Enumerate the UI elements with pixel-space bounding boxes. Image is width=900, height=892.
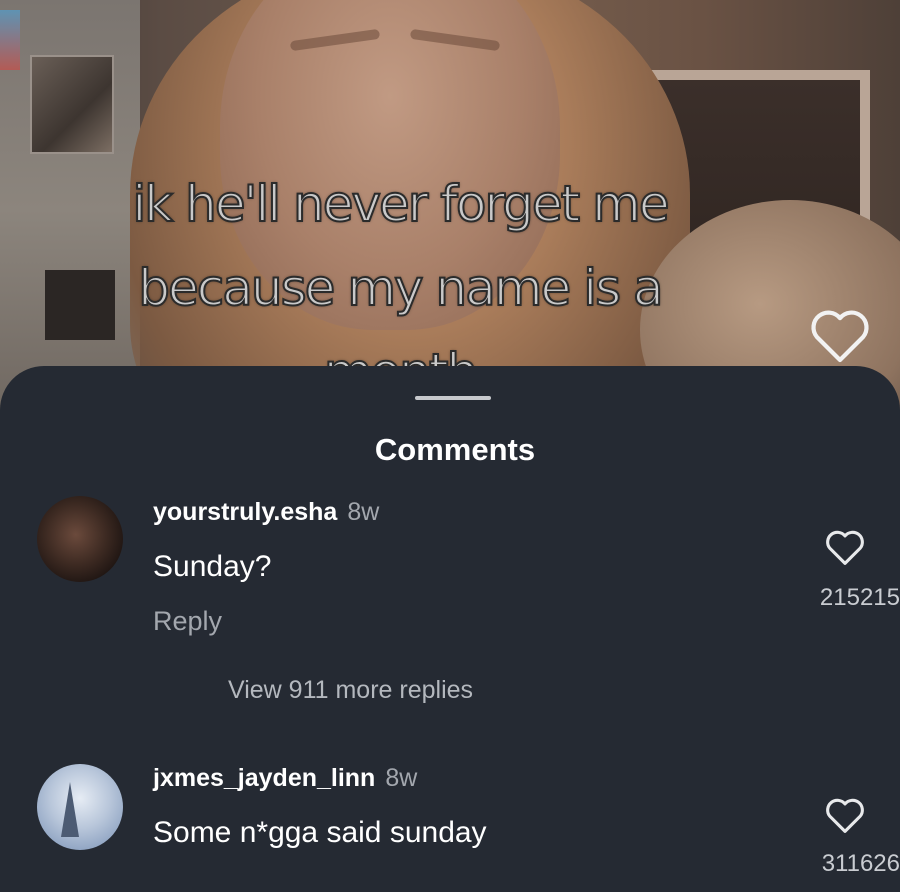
like-count: 311626 [821,850,900,877]
caption-line: because my name is a [137,258,664,318]
heart-icon[interactable] [808,306,872,364]
caption-line: ik he'll never forget me [131,174,670,234]
avatar[interactable] [37,764,123,850]
view-more-replies-button[interactable]: View 911 more replies [228,676,473,705]
username-text: jxmes_jayden_linn [153,764,376,792]
comment-time: 8w [347,498,380,526]
sheet-title: Comments [374,432,536,467]
comment-username[interactable]: jxmes_jayden_linn 8w [153,764,417,793]
sheet-drag-handle[interactable] [415,396,491,400]
tree-silhouette [61,782,79,837]
username-text: yourstruly.esha [153,498,338,526]
comment-text: Some n*gga said sunday [153,816,487,849]
video-player[interactable]: ik he'll never forget me because my name… [0,0,900,420]
comment-text: Sunday? [153,550,272,583]
reply-button[interactable]: Reply [153,606,222,637]
comment-username[interactable]: yourstruly.esha 8w [153,498,379,527]
like-count: 215215 [819,584,900,611]
wall-poster [0,10,20,70]
heart-icon[interactable] [824,528,866,566]
heart-icon[interactable] [824,796,866,834]
app-screen: ik he'll never forget me because my name… [0,0,900,892]
avatar[interactable] [37,496,123,582]
wall-poster [30,55,114,154]
comments-sheet: Comments yourstruly.esha 8w Sunday? Reply… [0,366,900,892]
comment-time: 8w [385,764,418,792]
